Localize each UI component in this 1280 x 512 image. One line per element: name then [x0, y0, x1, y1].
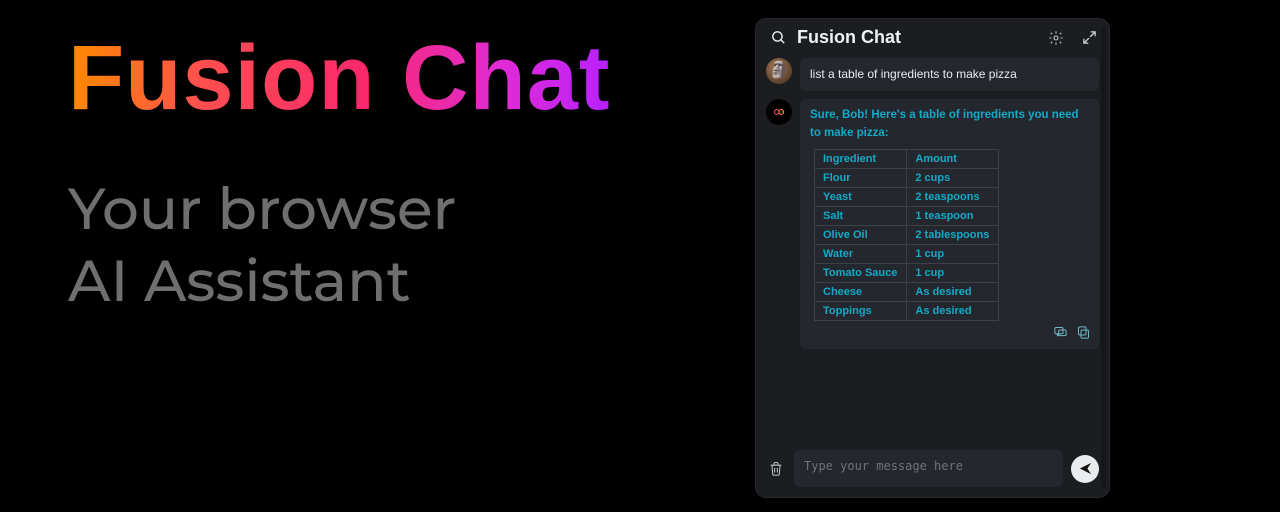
- marketing-title: Fusion Chat: [68, 30, 611, 127]
- trash-icon[interactable]: [766, 458, 786, 479]
- cell-ingredient: Salt: [815, 206, 907, 225]
- cell-amount: 2 teaspoons: [907, 187, 999, 206]
- table-header-ingredient: Ingredient: [815, 149, 907, 168]
- user-avatar: [766, 58, 792, 84]
- panel-header: Fusion Chat: [756, 19, 1109, 54]
- search-icon[interactable]: [768, 27, 789, 48]
- bubble-actions: [1053, 325, 1091, 343]
- table-row: Tomato Sauce1 cup: [815, 263, 999, 282]
- cell-amount: As desired: [907, 282, 999, 301]
- table-row: Water1 cup: [815, 244, 999, 263]
- messages-area: list a table of ingredients to make pizz…: [756, 54, 1109, 442]
- cell-ingredient: Yeast: [815, 187, 907, 206]
- user-message-text: list a table of ingredients to make pizz…: [810, 66, 1089, 82]
- marketing-subtitle-line2: AI Assistant: [68, 245, 611, 318]
- table-header-amount: Amount: [907, 149, 999, 168]
- cell-amount: 1 cup: [907, 244, 999, 263]
- chat-panel: Fusion Chat list a table of ingredients …: [756, 19, 1109, 497]
- table-row: CheeseAs desired: [815, 282, 999, 301]
- cell-ingredient: Flour: [815, 168, 907, 187]
- cell-ingredient: Water: [815, 244, 907, 263]
- ingredients-table: Ingredient Amount Flour2 cupsYeast2 teas…: [814, 149, 999, 321]
- expand-icon[interactable]: [1080, 28, 1099, 47]
- cell-amount: 2 cups: [907, 168, 999, 187]
- cell-ingredient: Olive Oil: [815, 225, 907, 244]
- marketing-subtitle-line1: Your browser: [68, 173, 611, 246]
- cell-ingredient: Tomato Sauce: [815, 263, 907, 282]
- bot-intro-text: Sure, Bob! Here's a table of ingredients…: [810, 107, 1089, 143]
- reply-icon[interactable]: [1053, 325, 1068, 343]
- panel-title: Fusion Chat: [797, 27, 901, 48]
- table-row: Flour2 cups: [815, 168, 999, 187]
- cell-amount: As desired: [907, 301, 999, 320]
- table-row: Salt1 teaspoon: [815, 206, 999, 225]
- send-button[interactable]: [1071, 455, 1099, 483]
- bot-bubble: Sure, Bob! Here's a table of ingredients…: [800, 99, 1099, 349]
- cell-ingredient: Toppings: [815, 301, 907, 320]
- table-header-row: Ingredient Amount: [815, 149, 999, 168]
- message-row-bot: Sure, Bob! Here's a table of ingredients…: [766, 99, 1099, 349]
- cell-amount: 2 tablespoons: [907, 225, 999, 244]
- user-bubble: list a table of ingredients to make pizz…: [800, 58, 1099, 91]
- panel-scrollbar[interactable]: [1101, 27, 1106, 489]
- cell-ingredient: Cheese: [815, 282, 907, 301]
- copy-icon[interactable]: [1076, 325, 1091, 343]
- marketing-subtitle: Your browser AI Assistant: [68, 173, 611, 318]
- table-row: Olive Oil2 tablespoons: [815, 225, 999, 244]
- message-row-user: list a table of ingredients to make pizz…: [766, 58, 1099, 91]
- gear-icon[interactable]: [1046, 28, 1066, 48]
- table-row: ToppingsAs desired: [815, 301, 999, 320]
- table-row: Yeast2 teaspoons: [815, 187, 999, 206]
- cell-amount: 1 cup: [907, 263, 999, 282]
- input-bar: [756, 442, 1109, 497]
- message-input[interactable]: [794, 450, 1063, 487]
- marketing-block: Fusion Chat Your browser AI Assistant: [68, 30, 611, 318]
- bot-avatar: [766, 99, 792, 125]
- cell-amount: 1 teaspoon: [907, 206, 999, 225]
